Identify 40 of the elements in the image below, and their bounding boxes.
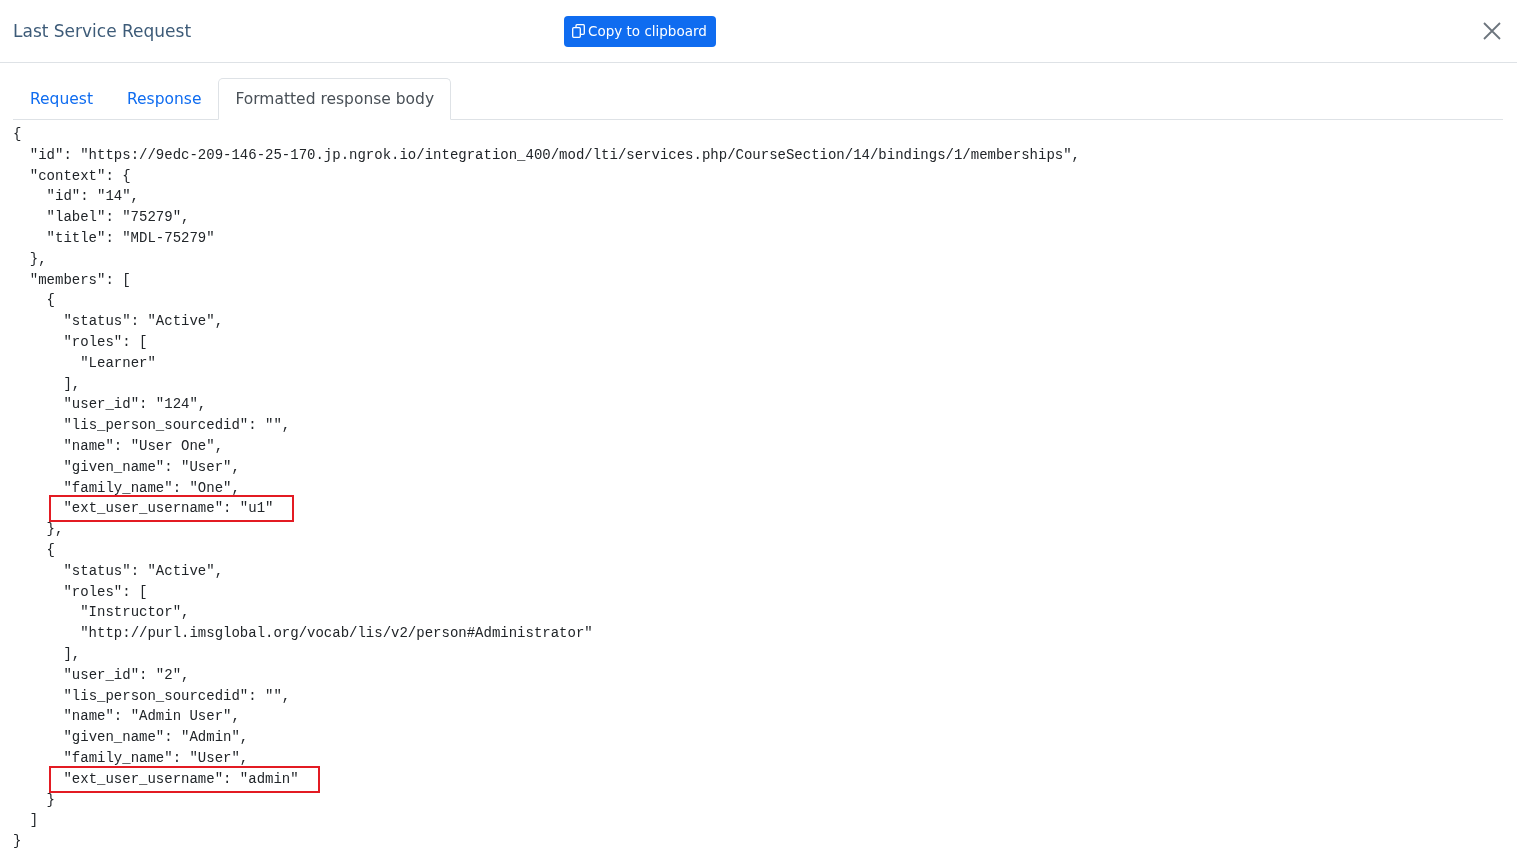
code-line: ]: [29, 812, 39, 829]
code-line: ],: [63, 375, 81, 392]
code-line: "id": "14",: [46, 188, 140, 205]
code-line: "title": "MDL-75279": [46, 230, 215, 246]
code-line: "members": [: [29, 271, 131, 288]
tab[interactable]: Request: [13, 78, 110, 120]
code-line: "lis_person_sourcedid": "",: [63, 687, 291, 704]
code-line: {: [46, 292, 55, 309]
code-line: {: [13, 126, 22, 142]
code-line: "user_id": "124",: [63, 396, 207, 413]
code-line: "id": "https://9edc-209-146-25-170.jp.ngrok.io/integration_400/mod/lti/services.php/CourseSection/14/bindings/1/memberships",: [29, 146, 1080, 163]
close-button[interactable]: [1482, 21, 1502, 41]
code-line: "http://purl.imsglobal.org/vocab/lis/v2/person#Administrator": [80, 625, 593, 642]
code-line: "user_id": "2",: [63, 666, 190, 683]
code-line: }: [46, 791, 55, 808]
code-line: "family_name": "One",: [63, 479, 240, 496]
code-line: },: [46, 521, 64, 538]
copy-button[interactable]: Copy to clipboard: [564, 15, 716, 47]
code-line: "status": "Active",: [63, 313, 224, 330]
code-line: }: [13, 833, 22, 850]
code-line: "given_name": "Admin",: [63, 729, 249, 746]
tab[interactable]: Response: [109, 78, 219, 120]
code-line: "name": "User One",: [63, 437, 224, 454]
code-line: {: [46, 541, 55, 558]
code-line: "roles": [: [63, 583, 148, 600]
code-line: "family_name": "User",: [63, 749, 249, 766]
code-line: "roles": [: [63, 333, 148, 350]
code-line: ],: [63, 645, 81, 662]
code-line: "given_name": "User",: [63, 458, 240, 475]
copy-icon: [572, 24, 585, 38]
code-line: "context": {: [29, 167, 131, 184]
code-line: "label": "75279",: [46, 209, 190, 226]
code-line: "Learner": [80, 354, 156, 371]
code-line: "name": "Admin User",: [63, 708, 240, 725]
code-line: "Instructor",: [80, 604, 190, 621]
code-line: "status": "Active",: [63, 562, 224, 579]
code-line: "lis_person_sourcedid": "",: [63, 417, 291, 434]
dialog-title: Last Service Request: [13, 21, 193, 41]
code-line: },: [29, 250, 47, 267]
tab[interactable]: Formatted response body: [218, 78, 452, 120]
